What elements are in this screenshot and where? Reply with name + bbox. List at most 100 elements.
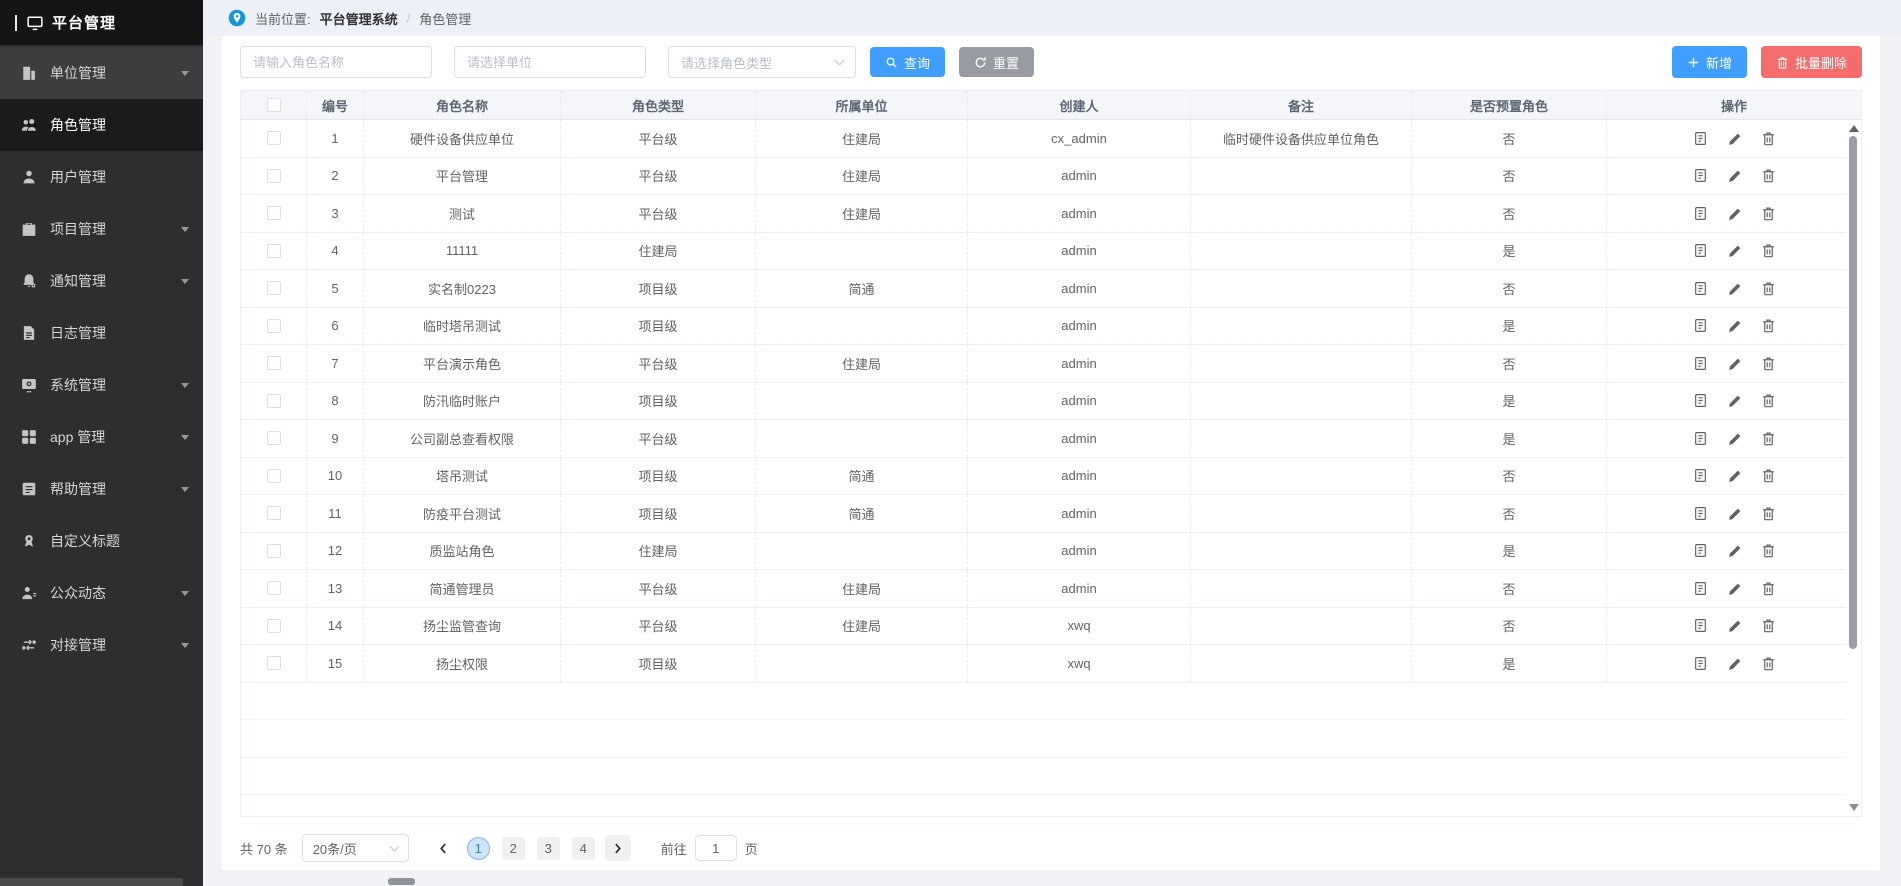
select-all-checkbox[interactable] [267, 98, 281, 112]
view-icon[interactable] [1693, 356, 1708, 371]
delete-icon[interactable] [1761, 431, 1776, 446]
view-icon[interactable] [1693, 656, 1708, 671]
delete-icon[interactable] [1761, 618, 1776, 633]
vertical-scrollbar[interactable] [1846, 121, 1861, 815]
search-button[interactable]: 查询 [870, 47, 945, 77]
row-checkbox[interactable] [267, 319, 281, 333]
edit-icon[interactable] [1727, 618, 1742, 633]
sidebar-item-11[interactable]: 对接管理 [0, 619, 203, 671]
hscroll-track[interactable] [0, 878, 183, 886]
edit-icon[interactable] [1727, 468, 1742, 483]
delete-icon[interactable] [1761, 281, 1776, 296]
sidebar-item-6[interactable]: 系统管理 [0, 359, 203, 411]
view-icon[interactable] [1693, 543, 1708, 558]
sidebar-item-7[interactable]: app 管理 [0, 411, 203, 463]
scroll-up-icon[interactable] [1849, 125, 1859, 132]
sidebar-item-10[interactable]: 公众动态 [0, 567, 203, 619]
sidebar-item-2[interactable]: 用户管理 [0, 151, 203, 203]
edit-icon[interactable] [1727, 656, 1742, 671]
edit-icon[interactable] [1727, 206, 1742, 221]
sidebar-item-3[interactable]: 项目管理 [0, 203, 203, 255]
scroll-down-icon[interactable] [1849, 804, 1859, 811]
view-icon[interactable] [1693, 468, 1708, 483]
delete-icon[interactable] [1761, 168, 1776, 183]
page-button-3[interactable]: 3 [537, 837, 560, 860]
view-icon[interactable] [1693, 618, 1708, 633]
sidebar-item-1[interactable]: 角色管理 [0, 99, 203, 151]
delete-icon[interactable] [1761, 131, 1776, 146]
delete-icon[interactable] [1761, 318, 1776, 333]
edit-icon[interactable] [1727, 356, 1742, 371]
view-icon[interactable] [1693, 431, 1708, 446]
goto-page: 前往 页 [661, 835, 758, 861]
sidebar-item-8[interactable]: 帮助管理 [0, 463, 203, 515]
row-checkbox[interactable] [267, 619, 281, 633]
row-checkbox[interactable] [267, 469, 281, 483]
goto-page-input[interactable] [695, 835, 737, 861]
scrollbar-thumb[interactable] [1849, 136, 1857, 649]
sidebar-item-4[interactable]: 通知管理 [0, 255, 203, 307]
chevron-down-icon [835, 55, 845, 65]
delete-icon[interactable] [1761, 356, 1776, 371]
sidebar-item-5[interactable]: 日志管理 [0, 307, 203, 359]
add-button[interactable]: 新增 [1672, 46, 1747, 78]
edit-icon[interactable] [1727, 168, 1742, 183]
page-button-4[interactable]: 4 [572, 837, 595, 860]
delete-icon[interactable] [1761, 468, 1776, 483]
edit-icon[interactable] [1727, 543, 1742, 558]
view-icon[interactable] [1693, 318, 1708, 333]
cell-unit [756, 308, 968, 345]
page-button-1[interactable]: 1 [467, 837, 490, 860]
delete-icon[interactable] [1761, 581, 1776, 596]
role-name-input[interactable] [240, 46, 432, 78]
edit-icon[interactable] [1727, 581, 1742, 596]
edit-icon[interactable] [1727, 506, 1742, 521]
view-icon[interactable] [1693, 206, 1708, 221]
delete-icon[interactable] [1761, 543, 1776, 558]
row-checkbox[interactable] [267, 394, 281, 408]
row-checkbox[interactable] [267, 169, 281, 183]
edit-icon[interactable] [1727, 243, 1742, 258]
row-checkbox[interactable] [267, 356, 281, 370]
edit-icon[interactable] [1727, 431, 1742, 446]
view-icon[interactable] [1693, 281, 1708, 296]
row-checkbox[interactable] [267, 544, 281, 558]
reset-button[interactable]: 重置 [959, 47, 1034, 77]
prev-page-button[interactable] [431, 835, 457, 861]
delete-icon[interactable] [1761, 393, 1776, 408]
breadcrumb-root[interactable]: 平台管理系统 [320, 9, 398, 28]
table-row: 6 临时塔吊测试 项目级 admin 是 [241, 308, 1861, 346]
row-checkbox[interactable] [267, 581, 281, 595]
role-type-select[interactable]: 请选择角色类型 [668, 46, 856, 78]
delete-icon[interactable] [1761, 243, 1776, 258]
edit-icon[interactable] [1727, 393, 1742, 408]
row-checkbox[interactable] [267, 281, 281, 295]
row-checkbox[interactable] [267, 656, 281, 670]
sidebar-item-9[interactable]: 自定义标题 [0, 515, 203, 567]
view-icon[interactable] [1693, 243, 1708, 258]
view-icon[interactable] [1693, 131, 1708, 146]
edit-icon[interactable] [1727, 131, 1742, 146]
batch-delete-button[interactable]: 批量删除 [1761, 46, 1862, 78]
sidebar-item-0[interactable]: 单位管理 [0, 47, 203, 99]
sidebar-item-label: 角色管理 [50, 115, 106, 135]
next-page-button[interactable] [605, 835, 631, 861]
delete-icon[interactable] [1761, 656, 1776, 671]
row-checkbox[interactable] [267, 431, 281, 445]
view-icon[interactable] [1693, 506, 1708, 521]
row-checkbox[interactable] [267, 206, 281, 220]
edit-icon[interactable] [1727, 281, 1742, 296]
edit-icon[interactable] [1727, 318, 1742, 333]
delete-icon[interactable] [1761, 506, 1776, 521]
row-checkbox[interactable] [267, 131, 281, 145]
view-icon[interactable] [1693, 393, 1708, 408]
horizontal-scrollbar-thumb[interactable] [388, 878, 415, 885]
page-size-select[interactable]: 20条/页 [302, 834, 409, 862]
view-icon[interactable] [1693, 168, 1708, 183]
unit-input[interactable] [454, 46, 646, 78]
delete-icon[interactable] [1761, 206, 1776, 221]
row-checkbox[interactable] [267, 244, 281, 258]
row-checkbox[interactable] [267, 506, 281, 520]
page-button-2[interactable]: 2 [502, 837, 525, 860]
view-icon[interactable] [1693, 581, 1708, 596]
